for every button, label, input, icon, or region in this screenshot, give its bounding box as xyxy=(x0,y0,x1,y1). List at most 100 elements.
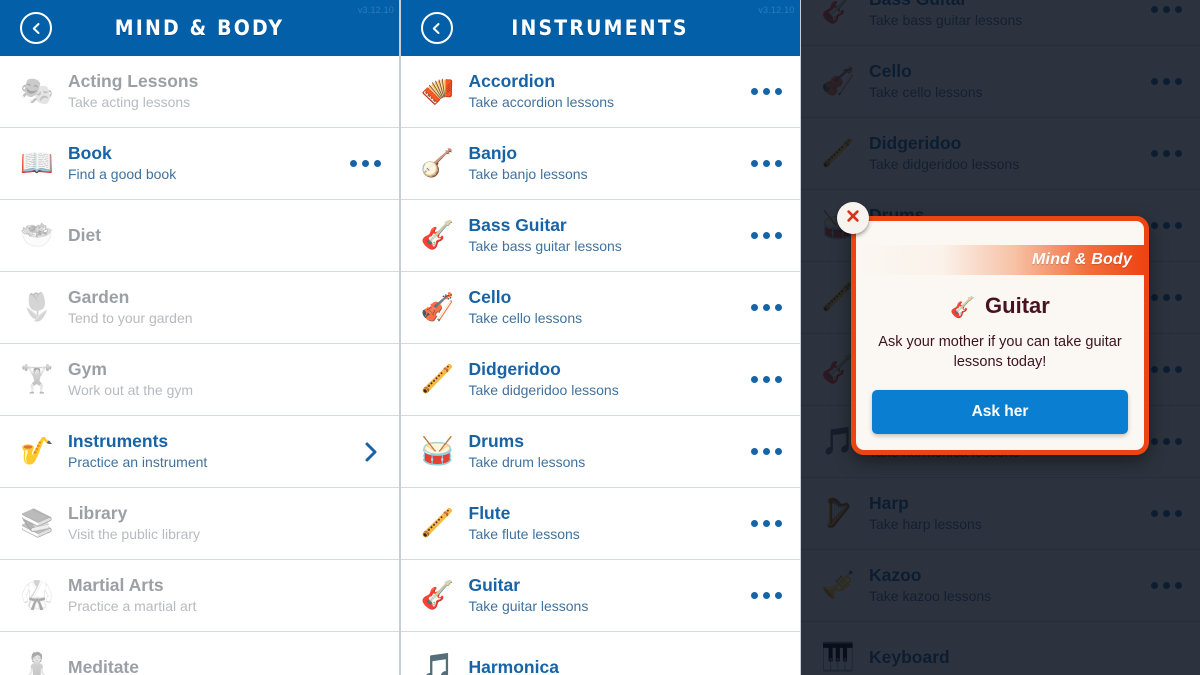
list-item-text: Library Visit the public library xyxy=(60,503,385,545)
list-item-title: Cello xyxy=(468,286,512,307)
list-item-title: Harmonica xyxy=(468,656,559,675)
list-item-subtitle: Take drum lessons xyxy=(468,454,586,471)
overflow-menu-icon[interactable] xyxy=(750,160,786,167)
overflow-menu-icon[interactable] xyxy=(750,304,786,311)
version-label: v3.12.10 xyxy=(357,5,394,15)
dialog-body: 🎸 Guitar Ask your mother if you can take… xyxy=(856,275,1144,450)
list-item: 🏋 Gym Work out at the gym xyxy=(0,344,399,416)
list-item-text: Banjo Take banjo lessons xyxy=(461,143,751,185)
overflow-menu-icon[interactable] xyxy=(750,448,786,455)
weightlifter-icon: 🏋 xyxy=(20,364,54,395)
banjo-icon: 🪕 xyxy=(420,148,455,179)
list-item[interactable]: 🎻 Cello Take cello lessons xyxy=(400,272,800,344)
list-item-text: Guitar Take guitar lessons xyxy=(461,575,751,617)
list-item-text: Cello Take cello lessons xyxy=(461,287,751,329)
accordion-icon: 🪗 xyxy=(420,76,455,107)
list-item-title: Diet xyxy=(68,224,102,245)
list-item-title: Instruments xyxy=(68,430,169,451)
appbar-mind-and-body: MIND & BODY v3.12.10 xyxy=(0,0,399,56)
close-button[interactable] xyxy=(837,202,869,234)
salad-bowl-icon: 🥗 xyxy=(20,220,54,251)
meditation-icon: 🧘 xyxy=(20,652,54,675)
list-item[interactable]: 🎸 Guitar Take guitar lessons xyxy=(400,560,800,632)
list-item-title: Book xyxy=(68,142,112,163)
list-item[interactable]: 📖 Book Find a good book xyxy=(0,128,399,200)
list-item: 🥗 Diet xyxy=(0,200,399,272)
list-item-subtitle: Take didgeridoo lessons xyxy=(468,382,619,399)
overflow-menu-icon[interactable] xyxy=(750,592,786,599)
list-item-subtitle: Practice an instrument xyxy=(68,454,208,471)
panel-instruments-with-dialog: INSTRUMENTS v3.12.10 🎸Bass GuitarTake ba… xyxy=(801,0,1200,675)
three-panel-screenshot: MIND & BODY v3.12.10 🎭 Acting Lessons Take… xyxy=(0,0,1200,675)
ask-her-button[interactable]: Ask her xyxy=(872,390,1128,435)
martial-arts-uniform-icon: 🥋 xyxy=(20,580,54,611)
chevron-right-icon[interactable] xyxy=(363,440,385,464)
harmonica-icon: 🎵 xyxy=(420,652,455,675)
list-item[interactable]: 🎷 Instruments Practice an instrument xyxy=(0,416,399,488)
page-title: INSTRUMENTS xyxy=(511,16,689,40)
list-item[interactable]: 🎵 Harmonica xyxy=(400,632,800,675)
list-item-title: Accordion xyxy=(468,70,556,91)
list-item-subtitle: Take acting lessons xyxy=(68,94,191,111)
flute-icon: 🪈 xyxy=(420,508,455,539)
close-x-icon xyxy=(845,208,861,229)
list-item-text: Didgeridoo Take didgeridoo lessons xyxy=(461,359,751,401)
list-item-subtitle: Visit the public library xyxy=(68,526,201,543)
list-item: 🧘 Meditate xyxy=(0,632,399,675)
list-item-text: Garden Tend to your garden xyxy=(60,287,385,329)
list-item-title: Flute xyxy=(468,502,511,523)
violin-icon: 🎻 xyxy=(420,292,455,323)
overflow-menu-icon[interactable] xyxy=(350,160,385,167)
list-item-title: Gym xyxy=(68,358,107,379)
instrument-list: 🪗 Accordion Take accordion lessons 🪕 Banjo Ta… xyxy=(400,56,800,675)
guitar-icon: 🎸 xyxy=(950,295,976,319)
guitar-icon: 🎸 xyxy=(420,580,455,611)
overflow-menu-icon[interactable] xyxy=(750,88,786,95)
list-item-text: Meditate xyxy=(60,657,385,675)
list-item-text: Drums Take drum lessons xyxy=(461,431,751,473)
dialog-message: Ask your mother if you can take guitar l… xyxy=(878,334,1122,370)
overflow-menu-icon[interactable] xyxy=(750,376,786,383)
appbar-instruments: INSTRUMENTS v3.12.10 xyxy=(400,0,800,56)
list-item-subtitle: Work out at the gym xyxy=(68,382,194,399)
panel-mind-and-body: MIND & BODY v3.12.10 🎭 Acting Lessons Take… xyxy=(0,0,399,675)
bass-guitar-icon: 🎸 xyxy=(420,220,455,251)
books-stack-icon: 📚 xyxy=(20,508,54,539)
dialog-heading: 🎸 Guitar xyxy=(872,293,1128,319)
list-item-text: Instruments Practice an instrument xyxy=(60,431,363,473)
version-label: v3.12.10 xyxy=(758,5,795,15)
list-item-subtitle: Take cello lessons xyxy=(468,310,583,327)
list-item-text: Harmonica xyxy=(461,657,786,675)
list-item[interactable]: 🪗 Accordion Take accordion lessons xyxy=(400,56,800,128)
list-item: 📚 Library Visit the public library xyxy=(0,488,399,560)
list-item: 🥋 Martial Arts Practice a martial art xyxy=(0,560,399,632)
list-item-text: Martial Arts Practice a martial art xyxy=(60,575,385,617)
list-item[interactable]: 🪕 Banjo Take banjo lessons xyxy=(400,128,800,200)
list-item-text: Gym Work out at the gym xyxy=(60,359,385,401)
list-item: 🎭 Acting Lessons Take acting lessons xyxy=(0,56,399,128)
list-item-title: Martial Arts xyxy=(68,574,164,595)
list-item-text: Accordion Take accordion lessons xyxy=(461,71,751,113)
dialog-title: Guitar xyxy=(985,293,1050,318)
list-item-text: Acting Lessons Take acting lessons xyxy=(60,71,385,113)
list-item-subtitle: Find a good book xyxy=(68,166,177,183)
list-item-text: Book Find a good book xyxy=(60,143,350,185)
saxophone-icon: 🎷 xyxy=(20,436,54,467)
list-item-title: Bass Guitar xyxy=(468,214,567,235)
tulip-icon: 🌷 xyxy=(20,292,54,323)
list-item-title: Garden xyxy=(68,286,130,307)
list-item[interactable]: 🪈 Didgeridoo Take didgeridoo lessons xyxy=(400,344,800,416)
list-item-title: Meditate xyxy=(68,656,139,675)
list-item[interactable]: 🎸 Bass Guitar Take bass guitar lessons xyxy=(400,200,800,272)
list-item-title: Banjo xyxy=(468,142,518,163)
list-item: 🌷 Garden Tend to your garden xyxy=(0,272,399,344)
overflow-menu-icon[interactable] xyxy=(750,232,786,239)
list-item[interactable]: 🥁 Drums Take drum lessons xyxy=(400,416,800,488)
back-button[interactable] xyxy=(420,12,453,44)
overflow-menu-icon[interactable] xyxy=(750,520,786,527)
list-item-title: Drums xyxy=(468,430,524,451)
list-item-title: Library xyxy=(68,502,128,523)
list-item-subtitle: Take flute lessons xyxy=(468,526,580,543)
back-button[interactable] xyxy=(20,12,52,44)
list-item[interactable]: 🪈 Flute Take flute lessons xyxy=(400,488,800,560)
